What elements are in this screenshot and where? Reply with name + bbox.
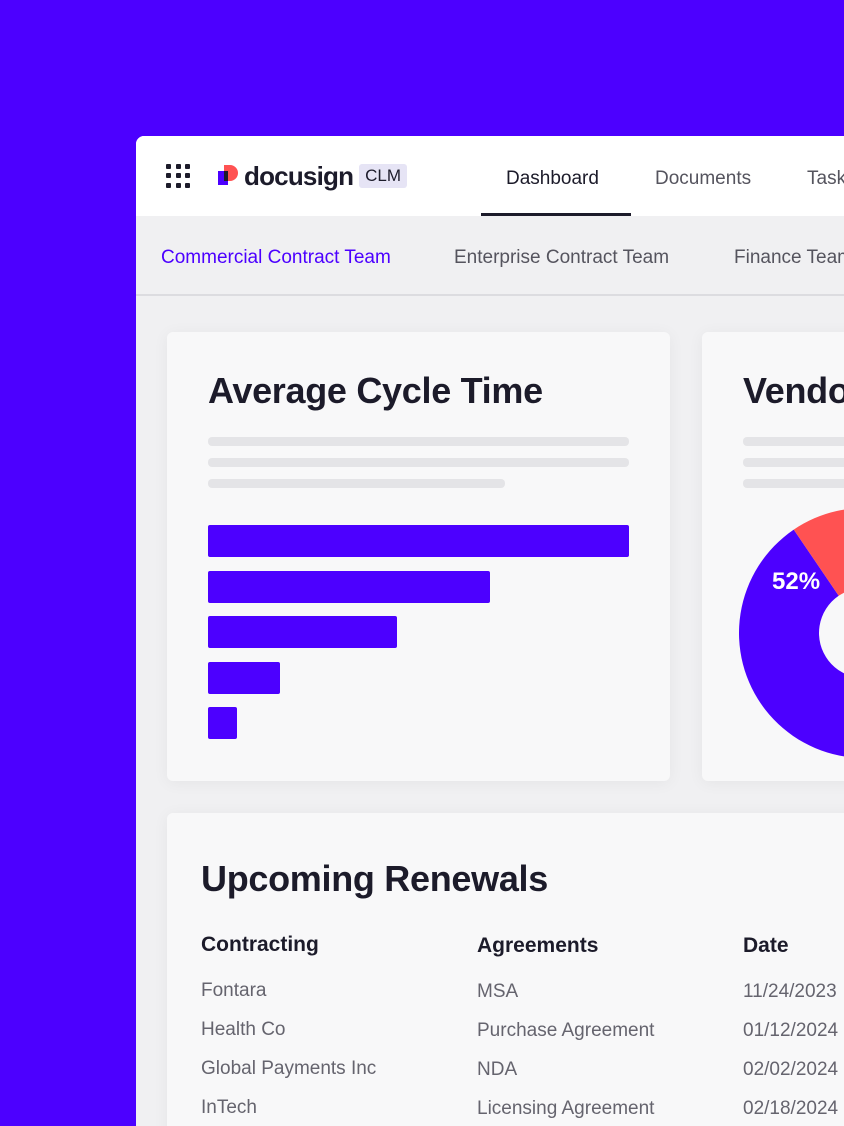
upcoming-renewals-card: Upcoming Renewals Contracting Agreements… bbox=[167, 813, 844, 1126]
vendor-donut-chart bbox=[739, 509, 844, 757]
placeholder-line bbox=[743, 437, 844, 446]
placeholder-line bbox=[743, 479, 844, 488]
app-launcher-grid-icon[interactable] bbox=[166, 164, 190, 188]
average-cycle-time-card[interactable]: Average Cycle Time bbox=[167, 332, 670, 781]
team-subnav: Commercial Contract Team Enterprise Cont… bbox=[136, 216, 844, 296]
column-header-contracting: Contracting bbox=[201, 933, 319, 956]
table-cell-date: 01/12/2024 bbox=[743, 1020, 839, 1041]
top-nav: docusign CLM Dashboard Documents Tasks bbox=[136, 136, 844, 216]
tab-dashboard[interactable]: Dashboard bbox=[506, 136, 599, 216]
product-badge: CLM bbox=[359, 164, 408, 188]
pie-slice-label: 52% bbox=[772, 568, 821, 595]
table-cell-agreement[interactable]: NDA bbox=[477, 1059, 517, 1081]
card-title: Vendor bbox=[743, 370, 844, 411]
clm-app-window: docusign CLM Dashboard Documents Tasks C… bbox=[136, 136, 844, 1126]
table-cell-agreement[interactable]: Purchase Agreement bbox=[477, 1020, 654, 1042]
team-tab-finance[interactable]: Finance Team bbox=[734, 216, 844, 300]
cycle-time-bar bbox=[208, 661, 280, 694]
cycle-time-bar bbox=[208, 525, 629, 557]
cycle-time-bar bbox=[208, 616, 397, 648]
tab-tasks[interactable]: Tasks bbox=[807, 136, 844, 216]
cycle-time-bar bbox=[208, 707, 237, 739]
table-cell-contracting[interactable]: InTech bbox=[201, 1097, 257, 1119]
table-cell-contracting[interactable]: Fontara bbox=[201, 980, 266, 1002]
docusign-logo[interactable]: docusign CLM bbox=[218, 161, 408, 191]
cycle-time-bar bbox=[208, 570, 490, 603]
team-tab-commercial[interactable]: Commercial Contract Team bbox=[161, 216, 391, 300]
placeholder-line bbox=[208, 479, 505, 488]
placeholder-line bbox=[743, 458, 844, 467]
table-cell-agreement[interactable]: MSA bbox=[477, 981, 518, 1003]
placeholder-line bbox=[208, 437, 629, 446]
tab-documents[interactable]: Documents bbox=[655, 136, 751, 216]
team-tab-enterprise[interactable]: Enterprise Contract Team bbox=[454, 216, 669, 300]
column-header-date: Date bbox=[743, 934, 789, 957]
table-cell-date: 02/18/2024 bbox=[743, 1098, 839, 1119]
card-title: Average Cycle Time bbox=[208, 370, 543, 411]
table-cell-date: 11/24/2023 bbox=[743, 981, 837, 1002]
placeholder-line bbox=[208, 458, 629, 467]
docusign-logo-mark-icon bbox=[218, 165, 238, 185]
table-cell-contracting[interactable]: Health Co bbox=[201, 1019, 286, 1041]
table-cell-contracting[interactable]: Global Payments Inc bbox=[201, 1058, 376, 1080]
table-cell-date: 02/02/2024 bbox=[743, 1059, 839, 1080]
vendor-card[interactable]: Vendor 52% bbox=[702, 332, 844, 781]
card-title: Upcoming Renewals bbox=[201, 858, 548, 899]
table-cell-agreement[interactable]: Licensing Agreement bbox=[477, 1098, 654, 1120]
column-header-agreements: Agreements bbox=[477, 934, 599, 957]
logo-wordmark: docusign bbox=[244, 161, 354, 191]
